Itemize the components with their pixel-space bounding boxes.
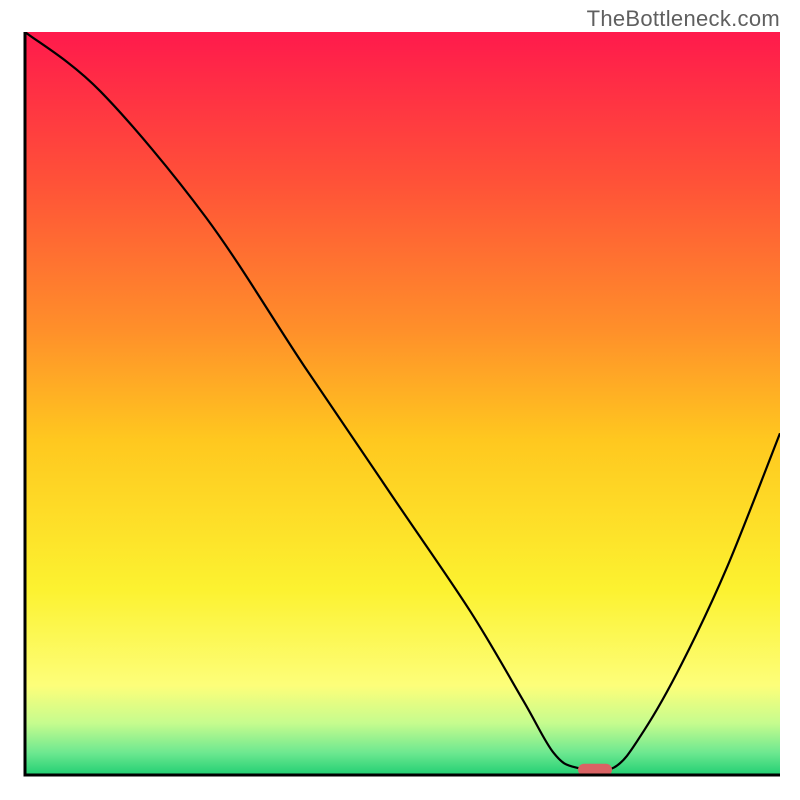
gradient-background — [25, 32, 780, 775]
plot-area — [20, 32, 780, 780]
chart-svg — [20, 32, 780, 780]
chart-container: TheBottleneck.com — [0, 0, 800, 800]
watermark-text: TheBottleneck.com — [587, 6, 780, 32]
